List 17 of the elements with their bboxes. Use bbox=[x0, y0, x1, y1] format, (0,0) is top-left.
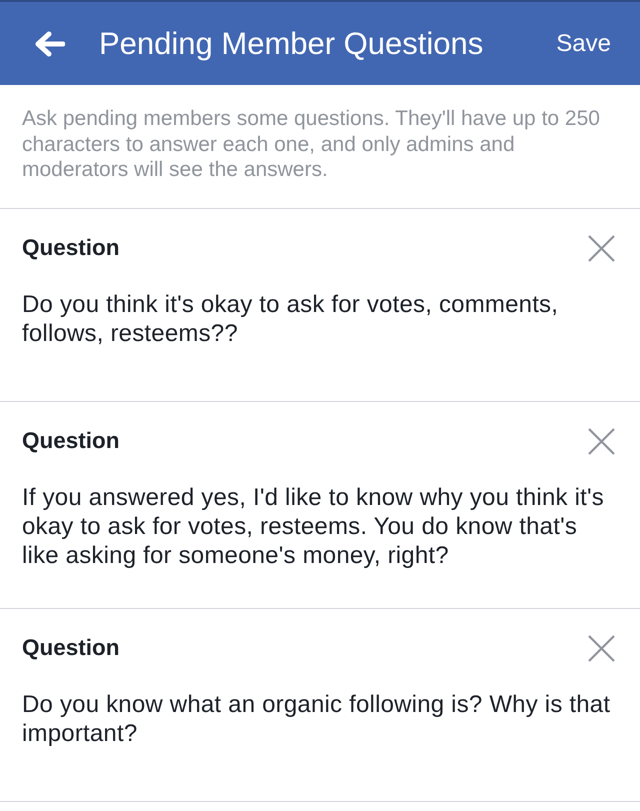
question-field[interactable]: Do you think it's okay to ask for votes, comments, follows, resteems?? bbox=[22, 290, 617, 363]
description-text: Ask pending members some questions. They'll have up to 250 characters to answer each one, and only admins and moderators will see the answers. bbox=[22, 106, 601, 182]
close-icon bbox=[588, 634, 614, 662]
close-icon bbox=[588, 234, 614, 262]
remove-question-button[interactable] bbox=[587, 634, 615, 662]
close-icon bbox=[588, 428, 614, 454]
remove-question-button[interactable] bbox=[587, 234, 615, 262]
save-button[interactable]: Save bbox=[554, 26, 613, 62]
remove-question-button[interactable] bbox=[587, 427, 615, 455]
question-label: Question bbox=[22, 635, 120, 661]
question-field[interactable]: Do you know what an organic following is? Why is that important? bbox=[22, 690, 617, 763]
back-button[interactable] bbox=[34, 28, 66, 58]
page-title: Pending Member Questions bbox=[99, 26, 484, 62]
back-arrow-icon bbox=[35, 30, 65, 56]
question-label: Question bbox=[22, 428, 120, 454]
question-label: Question bbox=[22, 235, 120, 261]
question-field[interactable]: If you answered yes, I'd like to know why you think it's okay to ask for votes, resteems. You do know that's like asking for someone's money, right? bbox=[22, 483, 617, 570]
